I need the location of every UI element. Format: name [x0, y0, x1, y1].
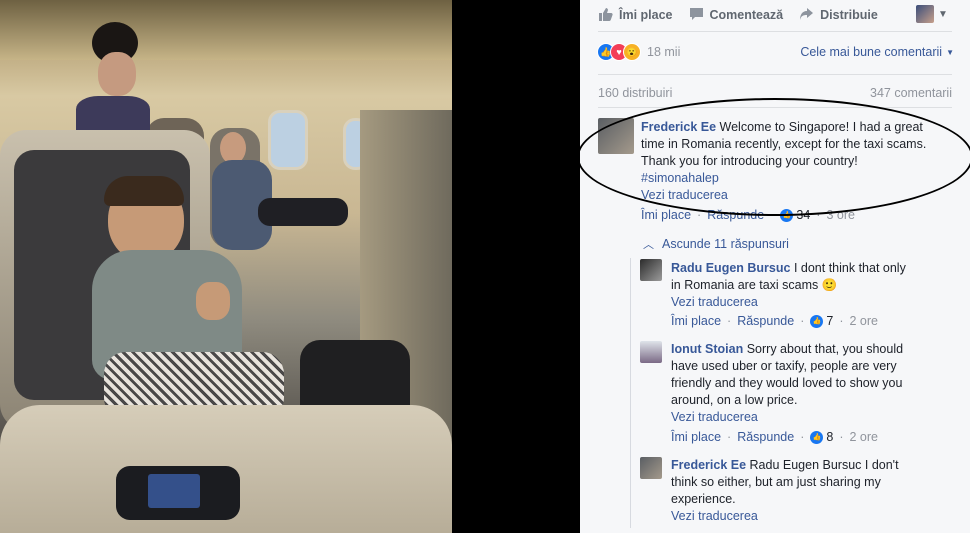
comment-body: Frederick Ee Welcome to Singapore! I had… [641, 119, 961, 204]
thumbs-up-icon [598, 7, 613, 24]
like-button[interactable]: Îmi place [598, 7, 673, 24]
comment-line: Thank you for introducing your country! [641, 154, 858, 168]
reply-thread-line [630, 258, 631, 528]
comment-timestamp[interactable]: 3 ore [826, 208, 855, 222]
reaction-icons: 👍 ♥ 😮 [597, 43, 641, 61]
reply-timestamp[interactable]: 2 ore [850, 314, 879, 328]
comment-author[interactable]: Frederick Ee [641, 120, 716, 134]
reply-timestamp[interactable]: 2 ore [850, 430, 879, 444]
reply-line: Radu Eugen Bursuc I don't [749, 458, 899, 472]
post-photo[interactable] [0, 0, 452, 533]
avatar[interactable] [640, 341, 662, 363]
share-label: Distribuie [820, 8, 878, 22]
comment-line: time in Romania recently, except for the… [641, 137, 927, 151]
reply-body: Frederick Ee Radu Eugen Bursuc I don't t… [671, 457, 961, 525]
comment-button[interactable]: Comentează [689, 7, 784, 24]
reply-author[interactable]: Ionut Stoian [671, 342, 743, 356]
smile-emoji-icon: 🙂 [821, 278, 838, 292]
comment-actions: Îmi place · Răspunde · 👍 34 · 3 ore [641, 208, 855, 222]
comment-reply-link[interactable]: Răspunde [707, 208, 764, 222]
photo-letterbox [452, 0, 580, 533]
reply-reply-link[interactable]: Răspunde [737, 314, 794, 328]
reply-body: Radu Eugen Bursuc I dont think that only… [671, 260, 961, 311]
reply-like-link[interactable]: Îmi place [671, 314, 721, 328]
page-avatar [916, 5, 934, 23]
shares-count[interactable]: 160 distribuiri [598, 86, 672, 100]
see-translation-link[interactable]: Vezi traducerea [671, 410, 758, 424]
speech-bubble-icon [689, 7, 704, 24]
post-as-selector[interactable]: ▼ [916, 5, 948, 23]
reply-actions: Îmi place · Răspunde · 👍 8 · 2 ore [671, 430, 878, 444]
avatar[interactable] [640, 457, 662, 479]
reply-line: Sorry about that, you should [746, 342, 904, 356]
comment-like-link[interactable]: Îmi place [641, 208, 691, 222]
person [196, 282, 230, 320]
reply-line: friendly and they would loved to show yo… [671, 376, 903, 390]
comment-sort-label: Cele mai bune comentarii [800, 45, 943, 59]
person [98, 52, 136, 96]
reply-line: experience. [671, 492, 736, 506]
like-label: Îmi place [619, 8, 673, 22]
reply-author[interactable]: Frederick Ee [671, 458, 746, 472]
reaction-count: 18 mii [647, 45, 681, 59]
share-arrow-icon [799, 7, 814, 24]
reply-line: think so either, but am just sharing my [671, 475, 881, 489]
person [258, 198, 348, 226]
like-count-badge[interactable]: 👍 7 [810, 314, 833, 328]
overhead-bins [0, 0, 452, 60]
see-translation-link[interactable]: Vezi traducerea [671, 509, 758, 523]
action-bar: Îmi place Comentează Distribuie [598, 6, 878, 24]
reply-reply-link[interactable]: Răspunde [737, 430, 794, 444]
comment-line: Welcome to Singapore! I had a great [719, 120, 923, 134]
reply-line: I dont think that only [793, 261, 906, 275]
cabin-window [268, 110, 308, 170]
like-count-badge[interactable]: 👍 34 [780, 208, 810, 222]
reactions-summary[interactable]: 👍 ♥ 😮 18 mii [597, 43, 680, 61]
person [104, 176, 184, 206]
hashtag-link[interactable]: #simonahalep [641, 171, 719, 185]
hide-replies-toggle[interactable]: ︿ Ascunde 11 răspunsuri [643, 236, 789, 252]
post-interactions-panel: Îmi place Comentează Distribuie ▼ 👍 ♥ 😮 … [580, 0, 970, 533]
avatar[interactable] [640, 259, 662, 281]
reply-like-link[interactable]: Îmi place [671, 430, 721, 444]
caret-down-icon: ▼ [938, 8, 948, 20]
reply-line: in Romania are taxi scams [671, 278, 819, 292]
wow-reaction-icon: 😮 [623, 43, 641, 61]
like-reaction-icon: 👍 [810, 314, 824, 328]
reply-body: Ionut Stoian Sorry about that, you shoul… [671, 341, 961, 426]
divider [598, 31, 952, 32]
divider [598, 107, 952, 108]
share-button[interactable]: Distribuie [799, 7, 878, 24]
like-count-badge[interactable]: 👍 8 [810, 430, 833, 444]
chevron-up-icon: ︿ [643, 239, 654, 251]
caret-down-icon: ▼ [946, 47, 954, 57]
see-translation-link[interactable]: Vezi traducerea [671, 295, 758, 309]
avatar[interactable] [598, 118, 634, 154]
reply-actions: Îmi place · Răspunde · 👍 7 · 2 ore [671, 314, 878, 328]
reply-line: have used uber or taxify, people are ver… [671, 359, 897, 373]
reply-author[interactable]: Radu Eugen Bursuc [671, 261, 790, 275]
comment-sort-dropdown[interactable]: Cele mai bune comentarii ▼ [800, 45, 954, 59]
comment-label: Comentează [709, 8, 784, 22]
like-reaction-icon: 👍 [780, 208, 794, 222]
like-reaction-icon: 👍 [810, 430, 824, 444]
reply-line: around, on a low price. [671, 393, 798, 407]
seat-remote-screen [148, 474, 200, 508]
divider [598, 74, 952, 75]
see-translation-link[interactable]: Vezi traducerea [641, 188, 728, 202]
comments-count[interactable]: 347 comentarii [870, 86, 952, 100]
